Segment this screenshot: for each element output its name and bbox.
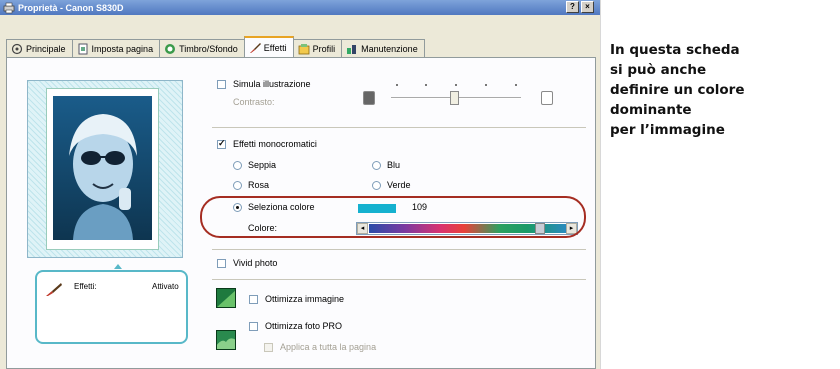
- effects-brush-icon: [46, 283, 62, 296]
- applica-pagina-checkbox[interactable]: [264, 343, 273, 352]
- slider-tick: [396, 84, 398, 86]
- tab-principale[interactable]: Principale: [6, 39, 73, 57]
- tab-label: Principale: [26, 43, 66, 54]
- tab-imposta-pagina[interactable]: Imposta pagina: [71, 39, 161, 57]
- close-button[interactable]: ×: [581, 1, 594, 13]
- printer-icon: [3, 2, 15, 13]
- divider: [212, 249, 586, 250]
- contrasto-label: Contrasto:: [233, 97, 275, 107]
- ottimizza-immagine-label: Ottimizza immagine: [265, 294, 345, 304]
- title-bar: Proprietà - Canon S830D ? ×: [0, 0, 600, 15]
- vivid-photo-label: Vivid photo: [233, 258, 278, 268]
- status-pointer: [114, 264, 122, 269]
- tab-timbro-sfondo[interactable]: Timbro/Sfondo: [159, 39, 245, 57]
- effetti-monocromatici-label: Effetti monocromatici: [233, 139, 317, 149]
- tab-effetti[interactable]: Effetti: [243, 36, 294, 57]
- tab-label: Manutenzione: [361, 43, 418, 54]
- radio-verde[interactable]: [372, 181, 381, 190]
- help-button[interactable]: ?: [566, 1, 579, 13]
- properties-dialog: Proprietà - Canon S830D ? × Principale I…: [0, 0, 600, 369]
- principale-icon: [11, 43, 23, 54]
- tab-label: Profili: [312, 43, 336, 54]
- profiles-icon: [298, 43, 310, 54]
- radio-verde-label: Verde: [387, 180, 411, 190]
- radio-blu-label: Blu: [387, 160, 401, 170]
- stamp-icon: [165, 43, 176, 54]
- effects-brush-icon: [249, 42, 261, 53]
- caption-line: per l’immagine: [610, 122, 725, 138]
- ottimizza-immagine-checkbox[interactable]: [249, 295, 258, 304]
- radio-blu[interactable]: [372, 161, 381, 170]
- contrast-slider-thumb[interactable]: [450, 91, 459, 105]
- simula-illustrazione-checkbox[interactable]: [217, 80, 226, 89]
- maintenance-icon: [347, 44, 357, 54]
- vivid-photo-checkbox[interactable]: [217, 259, 226, 268]
- caption-text: In questa scheda si può anche definire u…: [610, 40, 810, 140]
- preview-photo: [53, 96, 152, 240]
- radio-seppia-label: Seppia: [248, 160, 277, 170]
- window-title: Proprietà - Canon S830D: [18, 2, 124, 13]
- contrast-low-icon: [363, 91, 375, 105]
- radio-rosa[interactable]: [233, 181, 242, 190]
- highlight-ellipse: [200, 196, 586, 238]
- optimize-image-icon: [216, 288, 236, 308]
- page-setup-icon: [78, 43, 88, 54]
- optimize-photo-pro-icon: [216, 330, 236, 350]
- tab-label: Imposta pagina: [91, 43, 154, 54]
- divider: [212, 279, 586, 280]
- ottimizza-foto-pro-label: Ottimizza foto PRO: [265, 321, 343, 331]
- slider-tick: [515, 84, 517, 86]
- radio-rosa-label: Rosa: [248, 180, 270, 190]
- ottimizza-foto-pro-checkbox[interactable]: [249, 322, 258, 331]
- applica-pagina-label: Applica a tutta la pagina: [280, 342, 377, 352]
- contrast-high-icon: [541, 91, 553, 105]
- caption-line: si può anche: [610, 62, 707, 78]
- tab-bar: Principale Imposta pagina Timbro/Sfondo …: [6, 36, 425, 57]
- radio-seppia[interactable]: [233, 161, 242, 170]
- status-value: Attivato: [152, 282, 179, 291]
- slider-tick: [485, 84, 487, 86]
- slider-tick: [455, 84, 457, 86]
- tab-manutenzione[interactable]: Manutenzione: [341, 39, 425, 57]
- caption-line: dominante: [610, 102, 692, 118]
- effetti-monocromatici-checkbox[interactable]: [217, 138, 226, 149]
- status-label: Effetti:: [74, 282, 97, 291]
- tab-profili[interactable]: Profili: [292, 39, 343, 57]
- slider-tick: [425, 84, 427, 86]
- divider: [212, 127, 586, 128]
- caption-line: definire un colore: [610, 82, 745, 98]
- simula-illustrazione-label: Simula illustrazione: [233, 79, 311, 89]
- caption-line: In questa scheda: [610, 42, 740, 58]
- tab-label: Effetti: [263, 42, 287, 53]
- tab-label: Timbro/Sfondo: [179, 43, 238, 54]
